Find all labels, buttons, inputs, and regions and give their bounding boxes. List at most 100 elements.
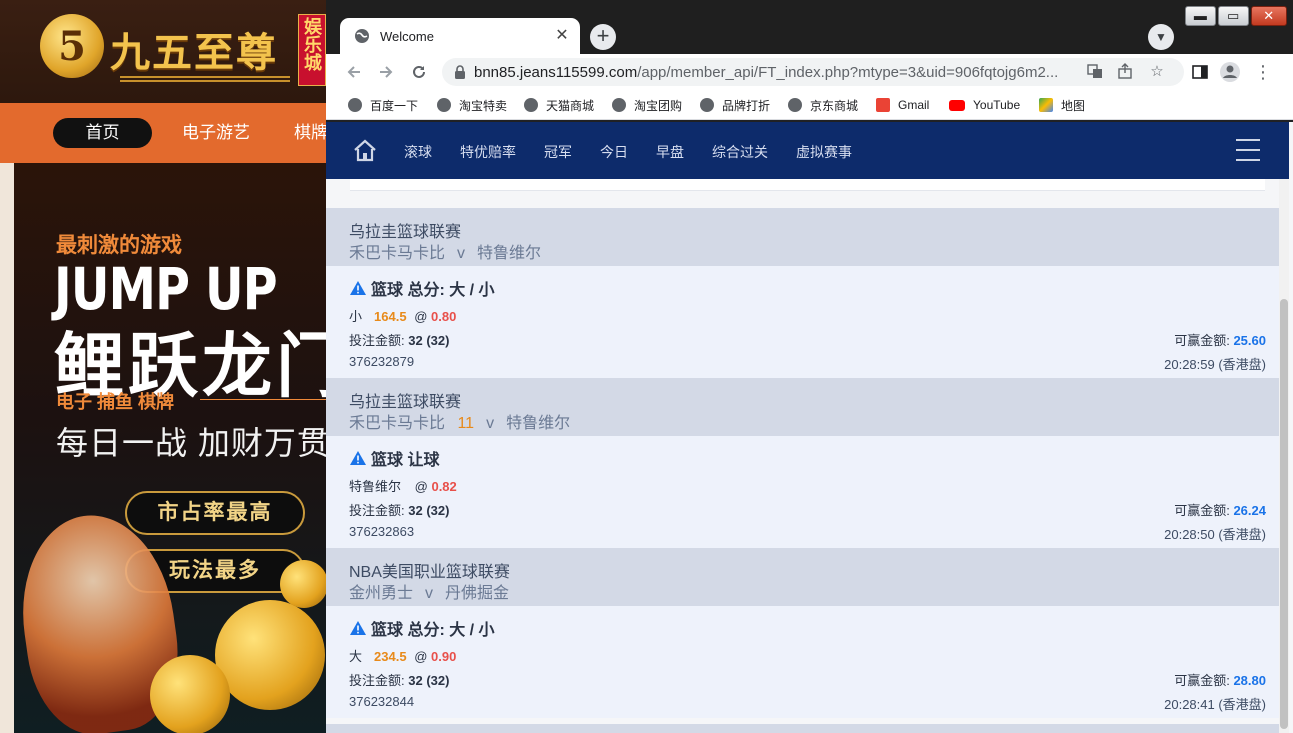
- site-logo-icon[interactable]: 5: [40, 14, 104, 78]
- at-sign: @: [414, 309, 428, 324]
- handicap-line: 164.5: [374, 309, 407, 324]
- bookmark-label: 京东商城: [810, 98, 859, 113]
- top-strip: [350, 179, 1265, 191]
- odds-value: 0.82: [431, 479, 457, 494]
- browser-window: Welcome ✕ + ▼ ▬ ▭ ✕ bnn85.jeans115599.co…: [326, 0, 1293, 733]
- globe-icon: [437, 98, 451, 112]
- bet-id: 376232879: [349, 354, 415, 369]
- bet-card[interactable]: 篮球 总分: 大 / 小 大 234.5 @ 0.90 投注金额: 32 (32)…: [326, 606, 1281, 718]
- hero-pill-button-1[interactable]: 市占率最高: [125, 491, 305, 535]
- home-team: 禾巴卡马卡比: [349, 245, 446, 262]
- bet-pick: 小 164.5 @ 0.80: [349, 306, 456, 325]
- side-panel-icon[interactable]: [1188, 60, 1212, 84]
- match-teams: 禾巴卡马卡比 11 v 特鲁维尔: [349, 409, 570, 433]
- scrollbar[interactable]: [1279, 179, 1289, 733]
- window-close-button[interactable]: ✕: [1250, 6, 1287, 26]
- scrollbar-thumb[interactable]: [1280, 299, 1288, 729]
- site-badge: 娱乐城: [298, 14, 326, 86]
- bet-card[interactable]: 篮球 让球 特鲁维尔 @ 0.82 投注金额: 32 (32) 可赢金额: 26…: [326, 436, 1281, 548]
- bet-time: 20:28:50 (香港盘): [1164, 527, 1266, 542]
- site-nav-chess[interactable]: 棋牌: [294, 118, 328, 148]
- coin-image: [215, 600, 325, 710]
- match-teams: 金州勇士 v 丹佛掘金: [349, 579, 509, 603]
- bet-id: 376232844: [349, 694, 415, 709]
- pick-label: 特鲁维尔: [349, 479, 402, 494]
- hero-left-stripe: [0, 163, 14, 733]
- nav-champion[interactable]: 冠军: [544, 142, 572, 162]
- win-row: 可赢金额: 26.24: [1174, 500, 1266, 519]
- close-icon[interactable]: ✕: [552, 26, 572, 46]
- nav-early[interactable]: 早盘: [656, 142, 684, 162]
- page-content: 乌拉圭篮球联赛 禾巴卡马卡比 v 特鲁维尔 篮球 总分: 大 / 小 小 164.5 …: [326, 122, 1293, 733]
- bookmark-taobao-group[interactable]: 淘宝团购: [612, 96, 682, 114]
- league-header: 乌拉圭篮球联赛 禾巴卡马卡比 v 特鲁维尔: [326, 208, 1281, 266]
- site-logo-text[interactable]: 九五至尊: [110, 20, 278, 78]
- bookmark-taobao-sale[interactable]: 淘宝特卖: [437, 96, 507, 114]
- bookmark-jd[interactable]: 京东商城: [788, 96, 858, 114]
- bookmark-label: 天猫商城: [546, 98, 595, 113]
- bet-type: 篮球 总分: 大 / 小: [349, 276, 495, 300]
- site-nav-home[interactable]: 首页: [53, 118, 152, 148]
- bookmark-youtube[interactable]: YouTube: [949, 96, 1020, 114]
- home-team: 禾巴卡马卡比: [349, 415, 446, 432]
- nav-parlay[interactable]: 综合过关: [712, 142, 768, 162]
- hero-categories: 电子 捕鱼 棋牌: [56, 392, 175, 412]
- hamburger-menu-icon[interactable]: [1236, 139, 1260, 161]
- maximize-button[interactable]: ▭: [1217, 6, 1249, 26]
- browser-tab[interactable]: Welcome ✕: [340, 18, 580, 54]
- star-icon[interactable]: ☆: [1148, 63, 1166, 81]
- vs-label: v: [486, 415, 495, 432]
- gmail-icon: [876, 98, 890, 112]
- site-nav-electronic[interactable]: 电子游艺: [182, 118, 250, 148]
- globe-icon: [612, 98, 626, 112]
- tab-search-chevron-icon[interactable]: ▼: [1148, 24, 1174, 50]
- coin-image: [280, 560, 328, 608]
- bet-type-label: 篮球 让球: [371, 452, 440, 469]
- bet-type-label: 篮球 总分: 大 / 小: [371, 622, 495, 639]
- bookmark-gmail[interactable]: Gmail: [876, 96, 929, 114]
- translate-icon[interactable]: [1086, 63, 1104, 81]
- new-tab-button[interactable]: +: [590, 24, 616, 50]
- back-arrow-icon[interactable]: [342, 60, 366, 84]
- warning-icon: [350, 621, 366, 635]
- bookmark-brand-discount[interactable]: 品牌打折: [700, 96, 770, 114]
- url-text: bnn85.jeans115599.com/app/member_api/FT_…: [474, 64, 1084, 81]
- reload-icon[interactable]: [407, 60, 431, 84]
- globe-icon: [354, 28, 370, 44]
- bet-id: 376232863: [349, 524, 415, 539]
- at-sign: @: [414, 479, 428, 494]
- odds-value: 0.80: [431, 309, 457, 324]
- odds-value: 0.90: [431, 649, 457, 664]
- kebab-menu-icon[interactable]: ⋮: [1251, 60, 1275, 84]
- bookmark-maps[interactable]: 地图: [1039, 96, 1085, 114]
- address-bar[interactable]: bnn85.jeans115599.com/app/member_api/FT_…: [442, 58, 1184, 86]
- nav-inplay[interactable]: 滚球: [404, 142, 432, 162]
- lock-icon[interactable]: [454, 65, 466, 79]
- home-icon[interactable]: [352, 138, 378, 164]
- globe-icon: [700, 98, 714, 112]
- match-teams: 禾巴卡马卡比 v 特鲁维尔: [349, 239, 541, 263]
- share-icon[interactable]: [1116, 63, 1134, 81]
- win-row: 可赢金额: 28.80: [1174, 670, 1266, 689]
- stake-row: 投注金额: 32 (32): [349, 670, 449, 689]
- score: 11: [457, 415, 475, 432]
- profile-avatar-icon[interactable]: [1218, 60, 1242, 84]
- bet-time: 20:28:41 (香港盘): [1164, 697, 1266, 712]
- bookmark-baidu[interactable]: 百度一下: [348, 96, 418, 114]
- forward-arrow-icon[interactable]: [374, 60, 398, 84]
- minimize-button[interactable]: ▬: [1185, 6, 1216, 26]
- bookmark-tmall[interactable]: 天猫商城: [524, 96, 594, 114]
- nav-virtual[interactable]: 虚拟赛事: [796, 142, 852, 162]
- bet-card[interactable]: 篮球 总分: 大 / 小 小 164.5 @ 0.80 投注金额: 32 (32)…: [326, 266, 1281, 378]
- globe-icon: [348, 98, 362, 112]
- nav-special-odds[interactable]: 特优赔率: [460, 142, 516, 162]
- logo-ornament: [120, 76, 290, 82]
- bookmark-label: 地图: [1061, 98, 1086, 113]
- bookmark-label: 品牌打折: [722, 98, 771, 113]
- nav-today[interactable]: 今日: [600, 142, 628, 162]
- bookmark-label: 淘宝团购: [634, 98, 683, 113]
- warning-icon: [350, 451, 366, 465]
- stake-label: 投注金额:: [349, 333, 405, 348]
- bet-pick: 大 234.5 @ 0.90: [349, 646, 456, 665]
- bet-time: 20:28:59 (香港盘): [1164, 357, 1266, 372]
